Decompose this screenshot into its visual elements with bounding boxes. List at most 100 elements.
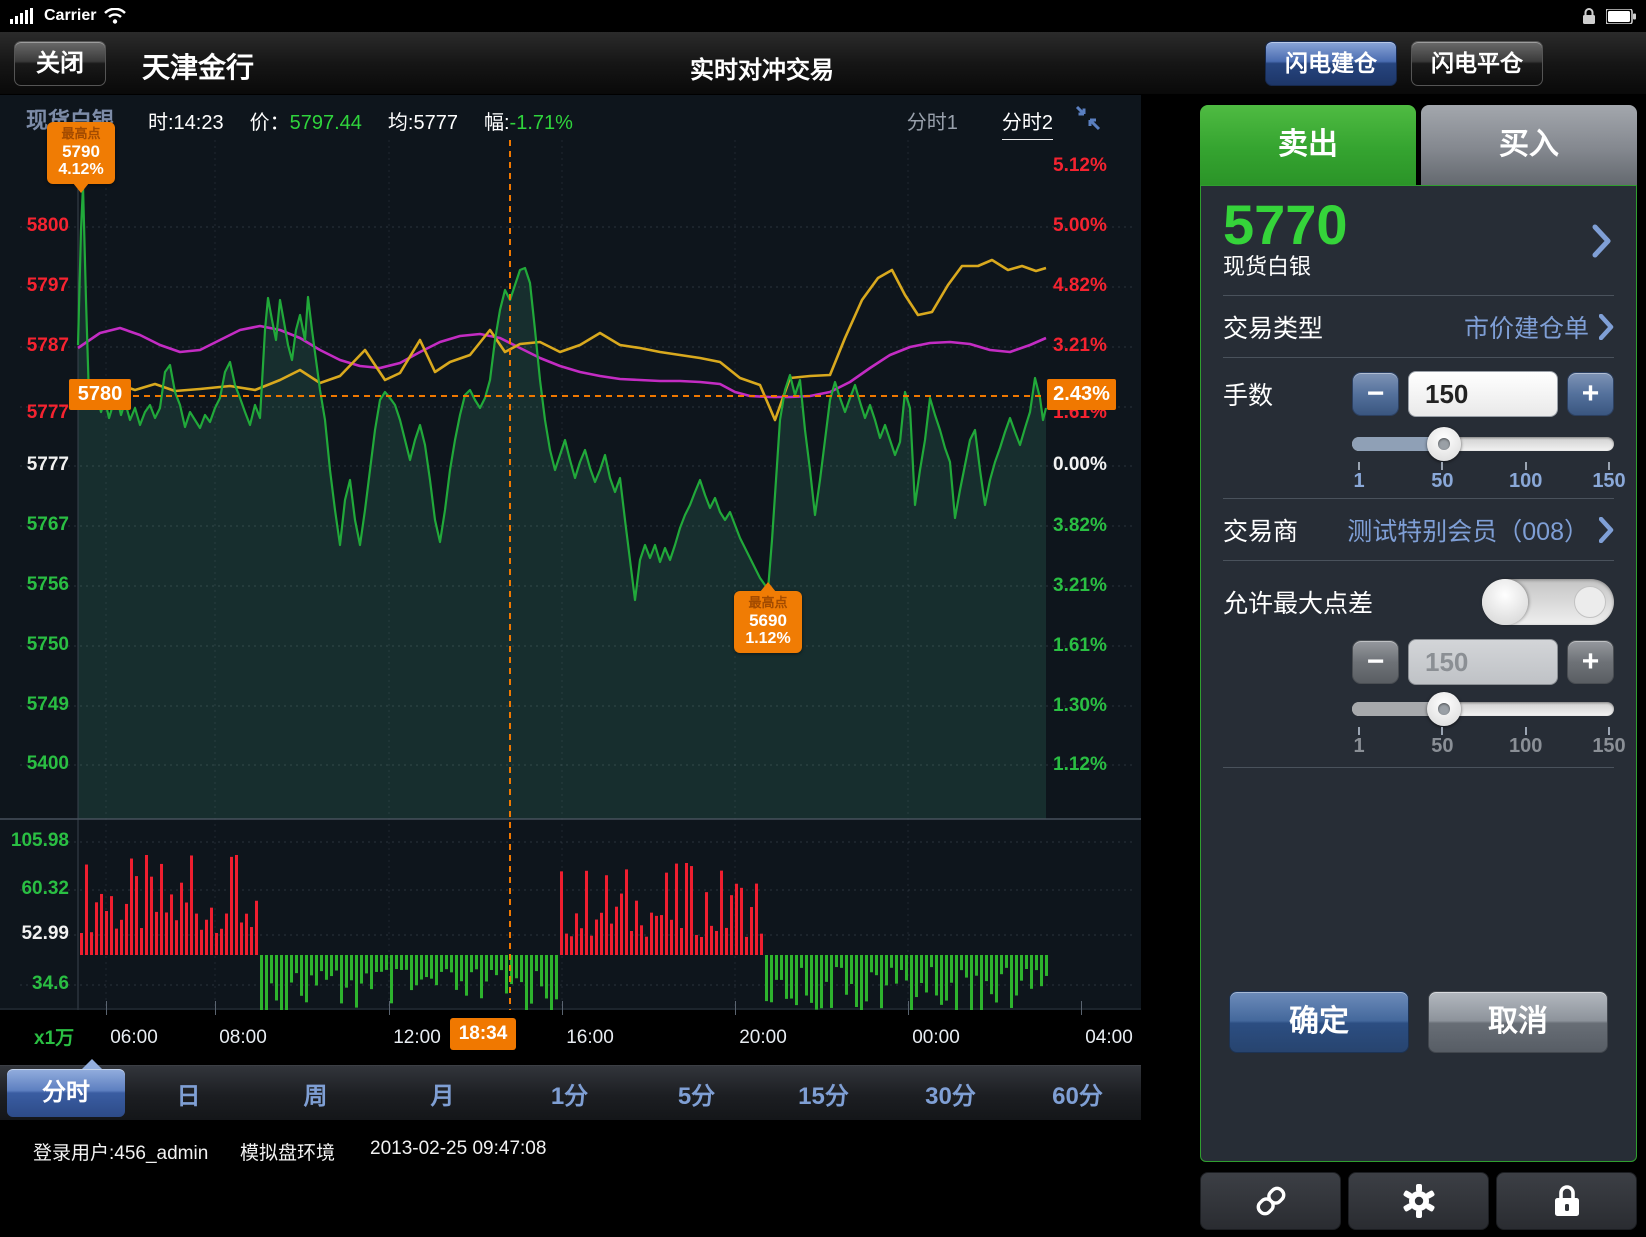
- navigation-bar: 关闭 天津金行 实时对冲交易 闪电建仓 闪电平仓: [0, 32, 1646, 95]
- period-tab-15分[interactable]: 15分: [760, 1076, 887, 1111]
- right-axis-label: 1.30%: [1053, 695, 1107, 717]
- period-tab-周[interactable]: 周: [252, 1076, 379, 1111]
- max-spread-toggle[interactable]: [1482, 579, 1614, 625]
- toggle-knob[interactable]: [1482, 579, 1528, 625]
- chart-region[interactable]: 现货白银 时:14:23 价：5797.44 均:5777 幅:-1.71% 分…: [0, 95, 1141, 1010]
- signal-strength-icon: [10, 8, 36, 24]
- lock-icon: [1553, 1184, 1581, 1218]
- time-axis-tick: [562, 1001, 563, 1015]
- left-axis-label: 5767: [27, 514, 69, 536]
- trade-type-label: 交易类型: [1223, 309, 1323, 345]
- period-tab-30分[interactable]: 30分: [887, 1076, 1014, 1111]
- broker-row[interactable]: 交易商 测试特别会员（008）: [1223, 499, 1614, 561]
- spread-slider-ticks: 150100150: [1352, 727, 1614, 757]
- gear-icon: [1401, 1183, 1437, 1219]
- ios-status-bar: Carrier: [0, 0, 1646, 32]
- crosshair-time-badge: 18:34: [450, 1018, 516, 1050]
- order-instrument: 现货白银: [1223, 254, 1614, 280]
- carrier-label: Carrier: [44, 7, 96, 25]
- cancel-button[interactable]: 取消: [1428, 991, 1608, 1053]
- logged-in-user: 登录用户:456_admin: [33, 1138, 208, 1165]
- right-axis-label: 0.00%: [1053, 454, 1107, 476]
- volume-unit-label: x1万: [34, 1023, 74, 1050]
- slider-tick-label: 150: [1592, 735, 1625, 758]
- tab-buy[interactable]: 买入: [1421, 105, 1637, 185]
- period-tab-1分[interactable]: 1分: [506, 1076, 633, 1111]
- period-tab-分时[interactable]: 分时: [7, 1069, 125, 1117]
- quote-price: 价：5797.44: [250, 106, 362, 135]
- trade-panel-column: 卖出 买入 5770 现货白银 交易类型 市价建仓单 手数: [1141, 95, 1646, 1237]
- slider-knob[interactable]: [1427, 692, 1461, 726]
- flash-open-position-button[interactable]: 闪电建仓: [1265, 41, 1397, 86]
- lots-slider[interactable]: [1352, 426, 1614, 462]
- collapse-chart-icon[interactable]: [1075, 105, 1101, 131]
- callout-pointer: [73, 183, 89, 193]
- trade-type-row[interactable]: 交易类型 市价建仓单: [1223, 296, 1614, 358]
- flash-close-position-button[interactable]: 闪电平仓: [1411, 41, 1543, 86]
- right-axis-label: 1.61%: [1053, 635, 1107, 657]
- time-axis-label: 00:00: [912, 1027, 960, 1049]
- quote-row[interactable]: 5770 现货白银: [1223, 186, 1614, 296]
- tab-sell[interactable]: 卖出: [1200, 105, 1416, 185]
- confirm-button[interactable]: 确定: [1229, 991, 1409, 1053]
- spread-plus-button[interactable]: +: [1567, 640, 1614, 684]
- page-title: 实时对冲交易: [690, 50, 834, 85]
- spread-minus-button[interactable]: −: [1352, 640, 1399, 684]
- slider-tick-label: 1: [1353, 735, 1364, 758]
- chart-column: 现货白银 时:14:23 价：5797.44 均:5777 幅:-1.71% 分…: [0, 95, 1141, 1237]
- quote-range: 幅:-1.71%: [484, 106, 573, 135]
- orientation-lock-icon: [1582, 7, 1596, 25]
- price-volume-plot[interactable]: [0, 140, 1141, 1010]
- period-tab-60分[interactable]: 60分: [1014, 1076, 1141, 1111]
- app-window: Carrier 关闭 天津金行 实时对冲交易 闪电建仓 闪电平仓: [0, 0, 1646, 1237]
- left-axis-label: 5756: [27, 574, 69, 596]
- time-axis-tick: [908, 1001, 909, 1015]
- chevron-right-icon: [1592, 224, 1612, 258]
- chart-header: 现货白银 时:14:23 价：5797.44 均:5777 幅:-1.71% 分…: [0, 95, 1141, 140]
- tab-minute-chart-1[interactable]: 分时1: [907, 106, 958, 141]
- lock-button[interactable]: [1496, 1172, 1637, 1230]
- environment-label: 模拟盘环境: [240, 1138, 335, 1165]
- right-axis-label: 3.21%: [1053, 335, 1107, 357]
- tab-minute-chart-2[interactable]: 分时2: [1002, 106, 1053, 141]
- lots-plus-button[interactable]: +: [1567, 372, 1614, 416]
- left-axis-label: 52.99: [21, 923, 69, 945]
- current-percent-badge: 2.43%: [1047, 379, 1116, 410]
- time-axis-label: 20:00: [739, 1027, 787, 1049]
- quote-time: 时:14:23: [148, 106, 224, 135]
- wifi-icon: [104, 8, 126, 24]
- slider-tick-label: 50: [1431, 735, 1453, 758]
- right-axis-label: 5.12%: [1053, 155, 1107, 177]
- slider-knob[interactable]: [1427, 427, 1461, 461]
- time-axis-tick: [389, 1001, 390, 1015]
- chart-quote-info: 时:14:23 价：5797.44 均:5777 幅:-1.71%: [148, 106, 573, 135]
- left-axis-label: 5800: [27, 215, 69, 237]
- slider-tick: [1441, 727, 1443, 735]
- time-axis-label: 16:00: [566, 1027, 614, 1049]
- slider-tick-label: 100: [1509, 470, 1542, 493]
- spread-slider[interactable]: [1352, 691, 1614, 727]
- callout-pointer: [760, 582, 776, 592]
- left-axis-label: 34.6: [32, 973, 69, 995]
- close-button[interactable]: 关闭: [14, 41, 106, 86]
- period-tab-日[interactable]: 日: [125, 1076, 252, 1111]
- settings-button[interactable]: [1348, 1172, 1489, 1230]
- lots-minus-button[interactable]: −: [1352, 372, 1399, 416]
- left-axis-label: 60.32: [21, 878, 69, 900]
- spread-input[interactable]: [1408, 639, 1558, 685]
- slider-tick-label: 100: [1509, 735, 1542, 758]
- lots-label: 手数: [1223, 376, 1273, 412]
- slider-tick-label: 1: [1353, 470, 1364, 493]
- max-spread-label: 允许最大点差: [1223, 584, 1373, 620]
- lots-input[interactable]: [1408, 371, 1558, 417]
- high-point-callout: 最高点 5790 4.12%: [47, 122, 115, 184]
- link-button[interactable]: [1200, 1172, 1341, 1230]
- period-tab-5分[interactable]: 5分: [633, 1076, 760, 1111]
- server-datetime: 2013-02-25 09:47:08: [370, 1138, 546, 1160]
- period-tab-bar: 分时日周月1分5分15分30分60分: [0, 1065, 1141, 1120]
- current-price-badge: 5780: [69, 379, 131, 410]
- lots-row: 手数 − + 150100150: [1223, 358, 1614, 499]
- left-axis-label: 105.98: [11, 830, 69, 852]
- time-axis-label: 12:00: [393, 1027, 441, 1049]
- period-tab-月[interactable]: 月: [379, 1076, 506, 1111]
